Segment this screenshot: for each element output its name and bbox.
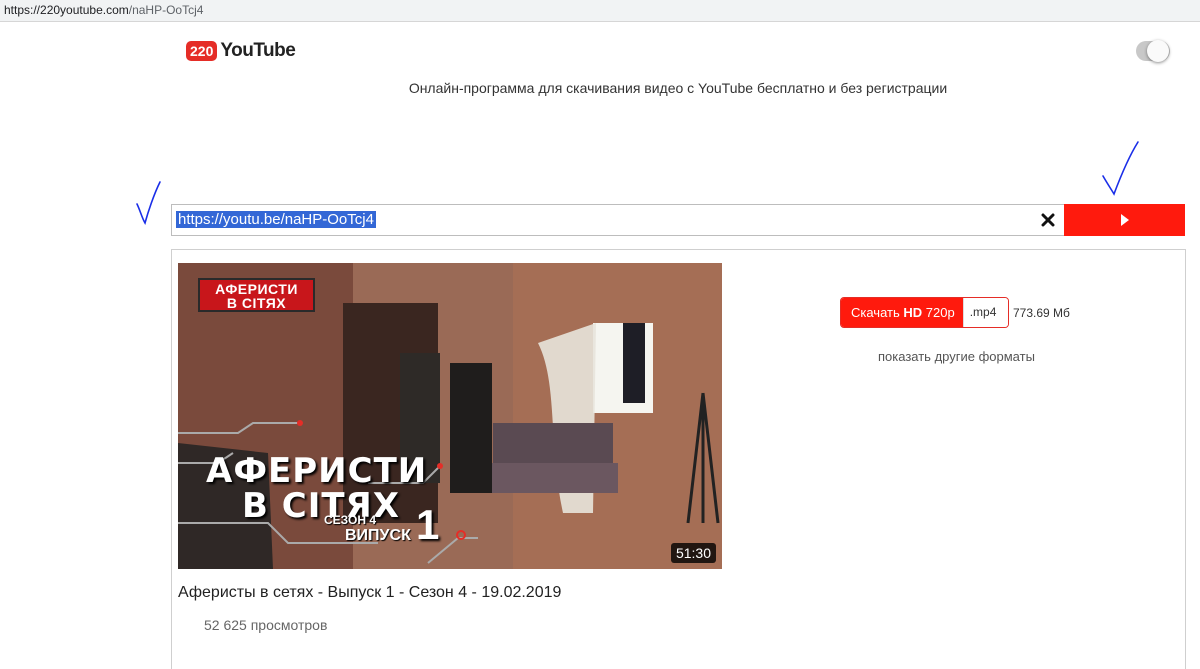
clear-button[interactable] — [1036, 208, 1060, 232]
logo-text: YouTube — [220, 40, 296, 61]
selected-url-text: https://youtu.be/naHP-OoTcj4 — [176, 211, 376, 228]
file-size: 773.69 Мб — [1013, 306, 1070, 320]
thumbnail-episode: ВИПУСК — [345, 527, 411, 544]
video-title: Аферисты в сетях - Выпуск 1 - Сезон 4 - … — [178, 584, 562, 601]
submit-button[interactable] — [1064, 204, 1185, 236]
browser-address-bar[interactable]: https://220youtube.com/naHP-OoTcj4 — [0, 0, 1200, 22]
thumbnail-season: СЕЗОН 4 — [324, 513, 377, 527]
tagline: Онлайн-программа для скачивания видео с … — [408, 80, 948, 96]
play-triangle-icon — [1120, 214, 1129, 226]
url-input[interactable]: https://youtu.be/naHP-OoTcj4 — [176, 210, 1031, 232]
annotation-check-mark — [136, 181, 161, 226]
show-other-formats-link[interactable]: показать другие форматы — [878, 349, 1035, 364]
url-input-container: https://youtu.be/naHP-OoTcj4 — [171, 204, 1064, 236]
address-text: https://220youtube.com/naHP-OoTcj4 — [4, 3, 204, 17]
format-label[interactable]: .mp4 — [962, 298, 1009, 327]
site-logo[interactable]: 220 YouTube — [186, 40, 296, 62]
annotation-check-mark — [1102, 141, 1139, 196]
toggle-knob — [1147, 40, 1169, 62]
logo-badge: 220 — [186, 41, 218, 61]
close-icon — [1041, 213, 1055, 227]
show-logo: АФЕРИСТИ В СІТЯХ — [198, 278, 315, 312]
download-button[interactable]: Скачать HD 720p — [841, 298, 963, 327]
video-thumbnail[interactable]: АФЕРИСТИ В СІТЯХ АФЕРИСТИ В СІТЯХ СЕЗОН … — [178, 263, 722, 569]
view-count: 52 625 просмотров — [204, 617, 328, 633]
video-duration: 51:30 — [670, 543, 716, 563]
thumbnail-title: АФЕРИСТИ В СІТЯХ — [206, 451, 428, 526]
theme-toggle[interactable] — [1136, 40, 1170, 62]
thumbnail-episode-number: 1 — [416, 501, 440, 548]
download-group: Скачать HD 720p .mp4 — [840, 297, 1010, 328]
